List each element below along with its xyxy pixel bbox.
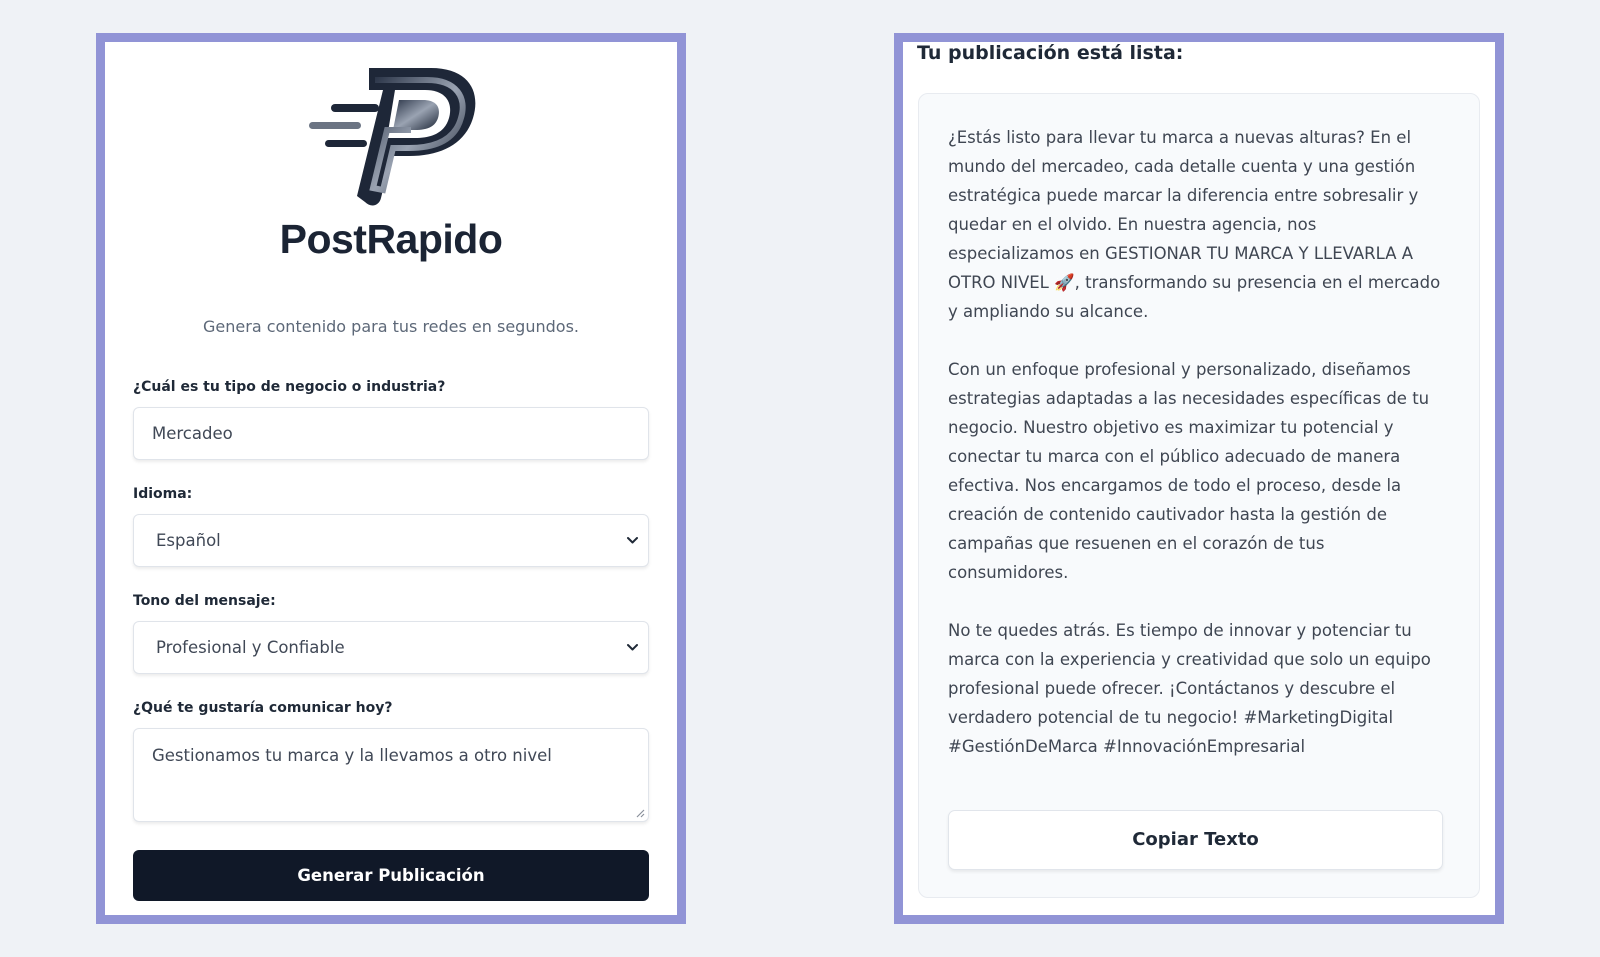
- tone-label: Tono del mensaje:: [133, 593, 276, 609]
- tone-select[interactable]: Profesional y Confiable: [133, 621, 649, 674]
- message-textarea[interactable]: Gestionamos tu marca y la llevamos a otr…: [133, 728, 649, 822]
- result-panel: Tu publicación está lista: ¿Estás listo …: [894, 33, 1504, 924]
- chevron-down-icon: [627, 644, 638, 651]
- chevron-down-icon: [627, 537, 638, 544]
- post-paragraph: Con un enfoque profesional y personaliza…: [948, 360, 1430, 582]
- post-paragraph: No te quedes atrás. Es tiempo de innovar…: [948, 621, 1431, 756]
- language-select[interactable]: Español: [133, 514, 649, 567]
- message-textarea-value: Gestionamos tu marca y la llevamos a otr…: [152, 746, 552, 765]
- result-title: Tu publicación está lista:: [917, 42, 1184, 64]
- message-label: ¿Qué te gustaría comunicar hoy?: [133, 700, 393, 716]
- result-card: ¿Estás listo para llevar tu marca a nuev…: [918, 93, 1480, 898]
- brand-logo: PostRapido: [105, 60, 677, 263]
- copy-text-button[interactable]: Copiar Texto: [948, 810, 1443, 870]
- tone-select-value: Profesional y Confiable: [156, 638, 345, 657]
- brand-name: PostRapido: [279, 216, 503, 262]
- language-select-value: Español: [156, 531, 221, 550]
- generated-post-text: ¿Estás listo para llevar tu marca a nuev…: [948, 123, 1443, 761]
- tagline: Genera contenido para tus redes en segun…: [203, 317, 579, 336]
- industry-label: ¿Cuál es tu tipo de negocio o industria?: [133, 379, 446, 395]
- language-label: Idioma:: [133, 486, 193, 502]
- resize-handle-icon[interactable]: [635, 808, 645, 818]
- generate-post-button[interactable]: Generar Publicación: [133, 850, 649, 901]
- postrapido-logo-icon: [309, 68, 476, 206]
- post-paragraph: ¿Estás listo para llevar tu marca a nuev…: [948, 128, 1441, 321]
- generator-form-panel: PostRapido Genera contenido para tus red…: [96, 33, 686, 924]
- industry-input[interactable]: Mercadeo: [133, 407, 649, 460]
